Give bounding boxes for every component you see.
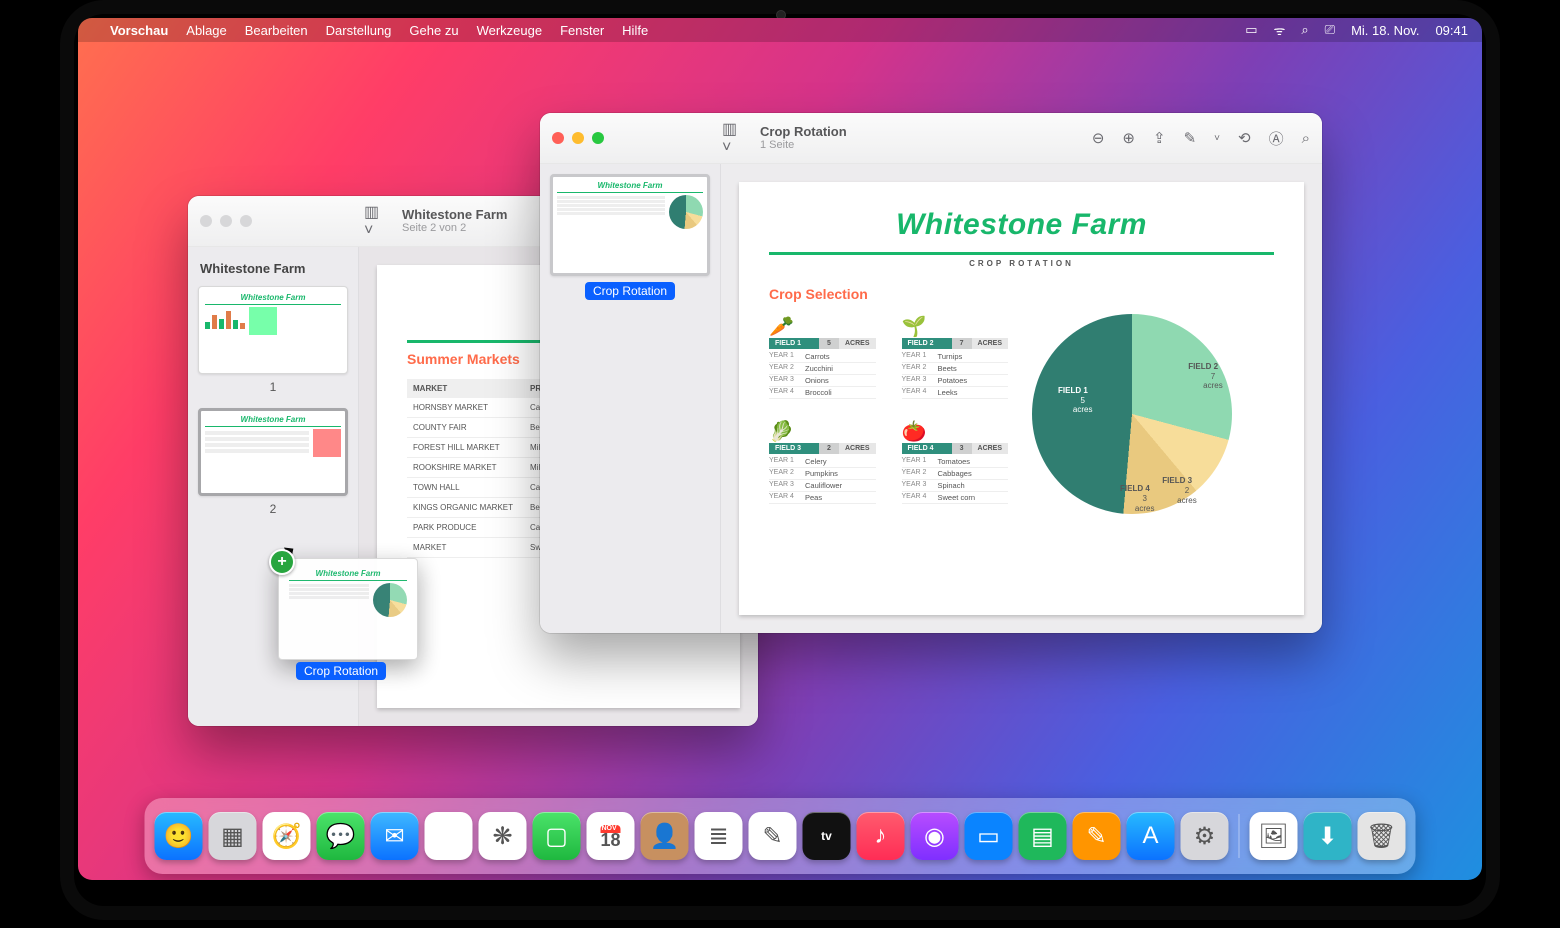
thumb-label-front: Crop Rotation xyxy=(585,282,675,300)
window-subtitle: 1 Seite xyxy=(760,139,847,151)
traffic-lights[interactable] xyxy=(552,132,604,144)
dock-messages[interactable]: 💬 xyxy=(317,812,365,860)
close-dot[interactable] xyxy=(200,215,212,227)
dock-mail[interactable]: ✉ xyxy=(371,812,419,860)
menu-werkzeuge[interactable]: Werkzeuge xyxy=(477,23,543,38)
menu-darstellung[interactable]: Darstellung xyxy=(326,23,392,38)
window-title: Whitestone Farm xyxy=(402,208,507,222)
dock-launchpad[interactable]: ▦ xyxy=(209,812,257,860)
app-name[interactable]: Vorschau xyxy=(110,23,168,38)
dock-separator xyxy=(1239,814,1240,858)
dock-calendar[interactable]: NOV18 xyxy=(587,812,635,860)
dock-music[interactable]: ♪ xyxy=(857,812,905,860)
dock[interactable]: 🙂▦🧭💬✉🗺❋▢NOV18👤≣✎tv♪◉▭▤✎A⚙🖼⬇🗑 xyxy=(145,798,1416,874)
window-subtitle: Seite 2 von 2 xyxy=(402,222,507,234)
dock-maps[interactable]: 🗺 xyxy=(425,812,473,860)
field-block: 🍅FIELD 43ACRESYEAR 1TomatoesYEAR 2Cabbag… xyxy=(902,419,1009,514)
vegetable-icon: 🥕 xyxy=(769,314,876,338)
markup-menu[interactable]: ˅ xyxy=(1214,133,1220,144)
vegetable-icon: 🥬 xyxy=(769,419,876,443)
dock-facetime[interactable]: ▢ xyxy=(533,812,581,860)
menu-date[interactable]: Mi. 18. Nov. xyxy=(1351,23,1419,38)
sidebar-title: Whitestone Farm xyxy=(200,261,348,276)
minimize-button[interactable] xyxy=(572,132,584,144)
zoom-dot[interactable] xyxy=(240,215,252,227)
zoom-in-button[interactable]: ⊕ xyxy=(1122,129,1135,147)
dock-safari[interactable]: 🧭 xyxy=(263,812,311,860)
sidebar-toggle-button[interactable]: ▥ ˅ xyxy=(722,127,748,149)
traffic-lights[interactable] xyxy=(200,215,252,227)
thumb-label-2: 2 xyxy=(198,502,348,516)
control-center-icon[interactable]: ⎚ xyxy=(1325,22,1335,38)
thumb-label-1: 1 xyxy=(198,380,348,394)
pie-chart: FIELD 15 acres FIELD 27 acres FIELD 32 a… xyxy=(1032,314,1232,514)
page-subtitle: CROP ROTATION xyxy=(769,259,1274,268)
dock-finder[interactable]: 🙂 xyxy=(155,812,203,860)
menu-bar: Vorschau Ablage Bearbeiten Darstellung Gehe… xyxy=(78,18,1482,42)
battery-icon[interactable]: ▭ xyxy=(1245,22,1257,38)
field-block: 🥕FIELD 15ACRESYEAR 1CarrotsYEAR 2Zucchin… xyxy=(769,314,876,409)
menu-time[interactable]: 09:41 xyxy=(1435,23,1468,38)
dock-keynote[interactable]: ▭ xyxy=(965,812,1013,860)
menu-fenster[interactable]: Fenster xyxy=(560,23,604,38)
dock-tv[interactable]: tv xyxy=(803,812,851,860)
dock-trash[interactable]: 🗑 xyxy=(1358,812,1406,860)
drag-ghost-thumbnail[interactable]: + Whitestone Farm xyxy=(278,558,418,660)
dock-notes[interactable]: ✎ xyxy=(749,812,797,860)
field-block: 🌱FIELD 27ACRESYEAR 1TurnipsYEAR 2BeetsYE… xyxy=(902,314,1009,409)
menu-ablage[interactable]: Ablage xyxy=(186,23,226,38)
document-view-front[interactable]: Whitestone Farm CROP ROTATION Crop Selec… xyxy=(721,164,1322,633)
sidebar-front: Whitestone Farm xyxy=(540,164,721,633)
titlebar-front[interactable]: ▥ ˅ Crop Rotation 1 Seite ⊖ ⊕ ⇪ ✎ ˅ ⟲ Ⓐ … xyxy=(540,113,1322,164)
page-title: Whitestone Farm xyxy=(769,208,1274,242)
menu-gehe zu[interactable]: Gehe zu xyxy=(409,23,458,38)
close-button[interactable] xyxy=(552,132,564,144)
dock-settings[interactable]: ⚙ xyxy=(1181,812,1229,860)
dock-downloads[interactable]: ⬇ xyxy=(1304,812,1352,860)
dock-preview[interactable]: 🖼 xyxy=(1250,812,1298,860)
drag-add-icon: + xyxy=(269,549,295,575)
dock-appstore[interactable]: A xyxy=(1127,812,1175,860)
minimize-dot[interactable] xyxy=(220,215,232,227)
dock-podcasts[interactable]: ◉ xyxy=(911,812,959,860)
window-title: Crop Rotation xyxy=(760,125,847,139)
highlight-button[interactable]: Ⓐ xyxy=(1269,128,1284,149)
dock-reminders[interactable]: ≣ xyxy=(695,812,743,860)
wifi-icon[interactable]: ᯤ xyxy=(1274,21,1286,39)
vegetable-icon: 🍅 xyxy=(902,419,1009,443)
thumbnail-page-1[interactable]: Whitestone Farm xyxy=(198,286,348,374)
rotate-button[interactable]: ⟲ xyxy=(1238,129,1251,147)
spotlight-icon[interactable]: ⌕ xyxy=(1301,22,1308,38)
dock-numbers[interactable]: ▤ xyxy=(1019,812,1067,860)
zoom-button[interactable] xyxy=(592,132,604,144)
field-block: 🥬FIELD 32ACRESYEAR 1CeleryYEAR 2Pumpkins… xyxy=(769,419,876,514)
search-button[interactable]: ⌕ xyxy=(1302,130,1310,147)
dock-pages[interactable]: ✎ xyxy=(1073,812,1121,860)
vegetable-icon: 🌱 xyxy=(902,314,1009,338)
desktop[interactable]: Vorschau Ablage Bearbeiten Darstellung Gehe… xyxy=(78,18,1482,880)
menu-bearbeiten[interactable]: Bearbeiten xyxy=(245,23,308,38)
page-front: Whitestone Farm CROP ROTATION Crop Selec… xyxy=(739,182,1304,615)
dock-contacts[interactable]: 👤 xyxy=(641,812,689,860)
zoom-out-button[interactable]: ⊖ xyxy=(1092,129,1105,147)
thumbnail-crop-rotation[interactable]: Whitestone Farm xyxy=(550,174,710,276)
section-title-front: Crop Selection xyxy=(769,286,1274,302)
thumbnail-page-2[interactable]: Whitestone Farm xyxy=(198,408,348,496)
drag-ghost-label: Crop Rotation xyxy=(296,662,386,680)
dock-photos[interactable]: ❋ xyxy=(479,812,527,860)
sidebar-toggle-button[interactable]: ▥ ˅ xyxy=(364,210,390,232)
laptop-frame: Vorschau Ablage Bearbeiten Darstellung Gehe… xyxy=(60,0,1500,920)
preview-window-front[interactable]: ▥ ˅ Crop Rotation 1 Seite ⊖ ⊕ ⇪ ✎ ˅ ⟲ Ⓐ … xyxy=(540,113,1322,633)
menu-hilfe[interactable]: Hilfe xyxy=(622,23,648,38)
share-button[interactable]: ⇪ xyxy=(1153,129,1166,147)
markup-button[interactable]: ✎ xyxy=(1184,129,1197,147)
